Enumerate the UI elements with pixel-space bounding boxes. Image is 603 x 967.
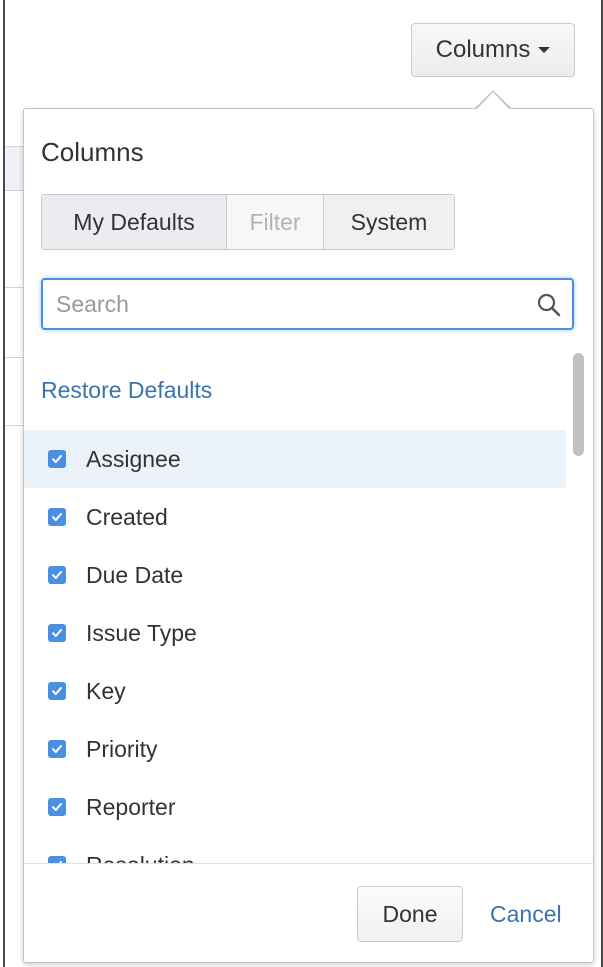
list-item-resolution[interactable]: Resolution <box>24 836 566 863</box>
list-item-created[interactable]: Created <box>24 488 566 546</box>
background-divider <box>5 190 25 191</box>
list-item-issue-type[interactable]: Issue Type <box>24 604 566 662</box>
popup-footer: Done Cancel <box>24 863 593 962</box>
list-item-label: Issue Type <box>86 619 197 646</box>
columns-button-label: Columns <box>435 36 531 63</box>
list-item-label: Resolution <box>86 852 195 864</box>
screen: Columns Columns My Defaults Filter Syste… <box>0 0 603 967</box>
popup-pointer-fill <box>477 92 509 109</box>
checkbox-checked-icon[interactable] <box>48 450 66 468</box>
checkbox-checked-icon[interactable] <box>48 682 66 700</box>
background-row <box>5 147 25 191</box>
checkbox-checked-icon[interactable] <box>48 566 66 584</box>
list-item-label: Created <box>86 503 168 530</box>
popup-title: Columns <box>41 137 144 167</box>
cancel-link[interactable]: Cancel <box>490 901 562 928</box>
list-item-key[interactable]: Key <box>24 662 566 720</box>
done-button[interactable]: Done <box>357 886 463 942</box>
list-item-label: Due Date <box>86 561 184 588</box>
columns-popup: Columns My Defaults Filter System Restor… <box>23 108 594 963</box>
list-item-label: Assignee <box>86 445 181 472</box>
background-divider <box>5 425 25 426</box>
search-icon[interactable] <box>536 292 562 318</box>
tab-system[interactable]: System <box>324 195 454 249</box>
checkbox-checked-icon[interactable] <box>48 624 66 642</box>
list-item-assignee[interactable]: Assignee <box>24 430 566 488</box>
column-items: Assignee Created Due Date Issue Type Key… <box>24 430 566 863</box>
checkbox-checked-icon[interactable] <box>48 740 66 758</box>
scrollbar-thumb[interactable] <box>573 353 584 456</box>
scrollbar[interactable] <box>569 349 589 863</box>
background-divider <box>5 357 25 358</box>
background-divider <box>5 287 25 288</box>
list-item-reporter[interactable]: Reporter <box>24 778 566 836</box>
checkbox-checked-icon[interactable] <box>48 856 66 863</box>
search-field <box>41 278 574 330</box>
search-input[interactable] <box>43 280 572 328</box>
columns-dropdown-button[interactable]: Columns <box>411 23 575 77</box>
column-config-tabs: My Defaults Filter System <box>41 194 455 250</box>
column-list: Restore Defaults Assignee Created Due Da… <box>24 349 593 863</box>
caret-down-icon <box>538 47 551 53</box>
restore-defaults-link[interactable]: Restore Defaults <box>41 377 212 404</box>
list-item-label: Key <box>86 677 126 704</box>
tab-filter: Filter <box>227 195 324 249</box>
checkbox-checked-icon[interactable] <box>48 508 66 526</box>
background-divider <box>5 146 25 147</box>
list-item-label: Priority <box>86 735 158 762</box>
list-item-label: Reporter <box>86 793 176 820</box>
list-item-due-date[interactable]: Due Date <box>24 546 566 604</box>
checkbox-checked-icon[interactable] <box>48 798 66 816</box>
list-item-priority[interactable]: Priority <box>24 720 566 778</box>
tab-my-defaults[interactable]: My Defaults <box>42 195 227 249</box>
